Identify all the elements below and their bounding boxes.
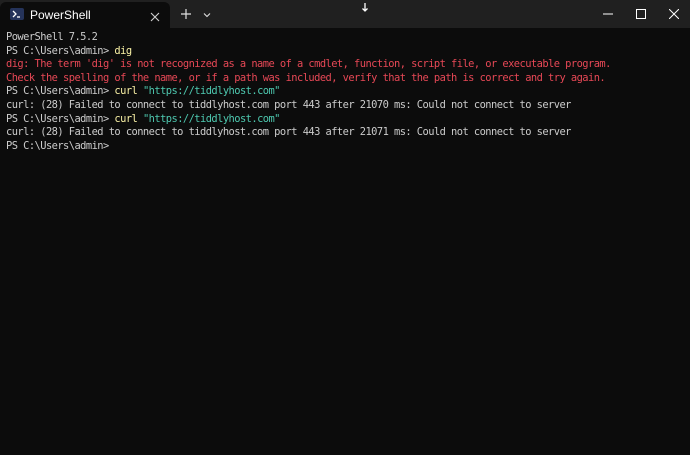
- minimize-icon: [603, 13, 613, 15]
- chevron-down-icon[interactable]: [201, 8, 213, 20]
- terminal-window: PowerShell PowerShell 7.5.2 PS C:\Users\…: [0, 0, 690, 455]
- tab-powershell[interactable]: PowerShell: [0, 2, 170, 28]
- prompt: PS C:\Users\admin>: [6, 44, 115, 57]
- command-dig: dig: [114, 44, 132, 57]
- move-cursor-icon: [360, 0, 370, 12]
- output-line: curl: (28) Failed to connect to tiddlyho…: [6, 98, 571, 111]
- command-curl: curl: [114, 85, 138, 98]
- prompt-line-active[interactable]: PS C:\Users\admin>: [6, 140, 611, 154]
- prompt-line: PS C:\Users\admin> curl "https://tiddlyh…: [6, 113, 611, 127]
- terminal-output[interactable]: PowerShell 7.5.2 PS C:\Users\admin> dig …: [0, 28, 690, 455]
- prompt: PS C:\Users\admin>: [6, 85, 115, 98]
- command-argument: "https://tiddlyhost.com": [137, 112, 281, 125]
- maximize-icon: [636, 9, 646, 19]
- close-icon: [669, 9, 679, 19]
- version-line: PowerShell 7.5.2: [6, 31, 98, 43]
- output-line: curl: (28) Failed to connect to tiddlyho…: [6, 126, 571, 139]
- maximize-button[interactable]: [625, 0, 657, 28]
- powershell-icon: [10, 8, 24, 20]
- error-line: dig: The term 'dig' is not recognized as…: [6, 58, 611, 71]
- prompt: PS C:\Users\admin>: [6, 139, 115, 152]
- prompt-line: PS C:\Users\admin> curl "https://tiddlyh…: [6, 85, 611, 99]
- command-argument: "https://tiddlyhost.com": [137, 85, 281, 98]
- minimize-button[interactable]: [592, 0, 624, 28]
- command-curl: curl: [114, 112, 138, 125]
- tab-close-icon[interactable]: [150, 9, 160, 22]
- close-button[interactable]: [658, 0, 690, 28]
- prompt-line: PS C:\Users\admin> dig: [6, 45, 611, 59]
- new-tab-plus-icon[interactable]: [178, 6, 194, 22]
- tab-title: PowerShell: [30, 8, 91, 22]
- prompt: PS C:\Users\admin>: [6, 112, 115, 125]
- title-bar[interactable]: PowerShell: [0, 0, 690, 28]
- error-line: Check the spelling of the name, or if a …: [6, 71, 606, 84]
